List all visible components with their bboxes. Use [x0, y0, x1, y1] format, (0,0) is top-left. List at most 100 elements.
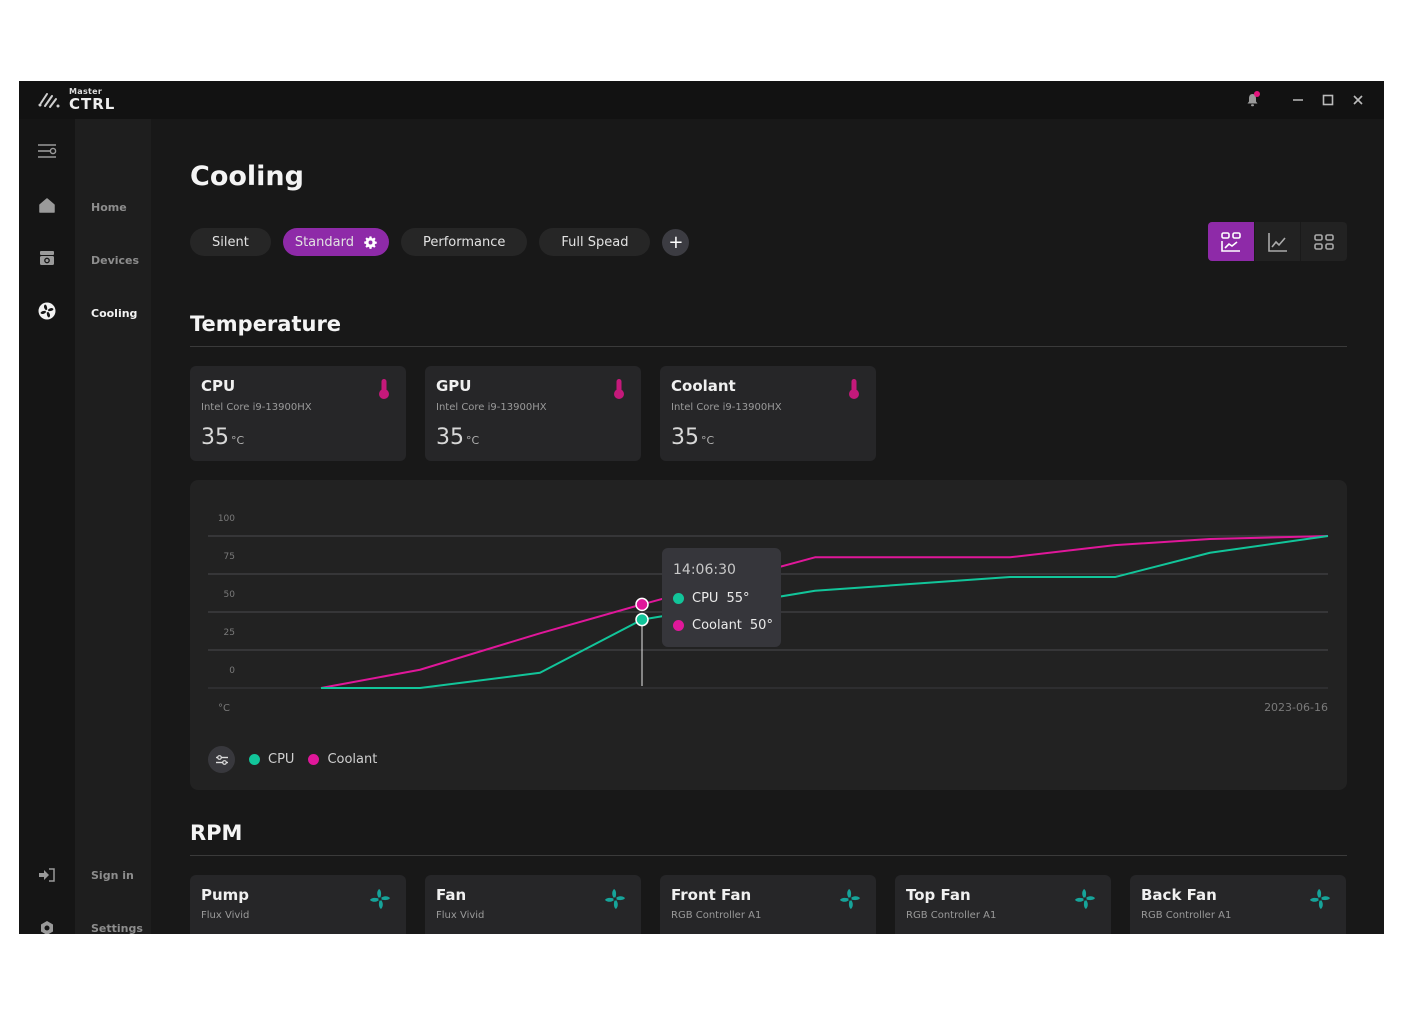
maximize-button[interactable]	[1320, 90, 1336, 110]
y-tick-label: 50	[224, 590, 236, 600]
chart-filter-button[interactable]	[208, 746, 235, 773]
dashboard-view-button[interactable]	[1208, 222, 1255, 261]
rail-devices-button[interactable]	[37, 248, 57, 268]
notifications-button[interactable]	[1244, 90, 1260, 110]
card-title: Top Fan	[906, 886, 971, 904]
app-logo: Master CTRL	[37, 88, 115, 112]
tooltip-time: 14:06:30	[673, 562, 736, 578]
card-title: Coolant	[671, 377, 736, 395]
fan-blade-icon	[605, 889, 625, 909]
tooltip-row-cpu: CPU 55°	[673, 591, 749, 606]
sidebar-item-home[interactable]: Home	[91, 201, 127, 214]
tooltip-series-value: 55°	[726, 591, 750, 606]
icon-rail	[19, 119, 75, 934]
profile-performance[interactable]: Performance	[400, 228, 528, 256]
close-icon	[1353, 95, 1363, 105]
sidebar-item-signin[interactable]: Sign in	[91, 869, 134, 882]
rpm-card[interactable]: Fan Flux Vivid	[425, 875, 641, 934]
temperature-unit: °C	[231, 434, 245, 447]
fan-blade-icon	[840, 889, 860, 909]
profile-silent[interactable]: Silent	[190, 228, 271, 256]
sidebar-item-settings[interactable]: Settings	[91, 922, 143, 934]
legend-item-cpu[interactable]: CPU	[249, 752, 294, 767]
card-subtitle: RGB Controller A1	[1141, 910, 1232, 921]
menu-toggle-button[interactable]	[37, 141, 57, 161]
rail-cooling-button[interactable]	[37, 301, 57, 321]
y-tick-label: 100	[218, 514, 235, 524]
card-value: 35 °C	[436, 425, 479, 450]
hover-point-coolant	[635, 597, 649, 612]
temperature-value: 35	[436, 425, 464, 450]
temperature-value: 35	[201, 425, 229, 450]
device-icon	[40, 251, 54, 265]
tooltip-row-coolant: Coolant 50°	[673, 618, 773, 633]
y-tick-label: 0	[229, 666, 235, 676]
page-title: Cooling	[190, 161, 304, 192]
rpm-card[interactable]: Pump Flux Vivid	[190, 875, 406, 934]
card-subtitle: Intel Core i9-13900HX	[671, 402, 782, 413]
card-subtitle: RGB Controller A1	[906, 910, 997, 921]
legend-label: CPU	[268, 752, 295, 767]
gear-icon[interactable]	[364, 235, 377, 249]
temperature-card-cpu[interactable]: CPU Intel Core i9-13900HX 35 °C	[190, 366, 406, 461]
cpu-legend-dot-icon	[249, 754, 260, 765]
coolant-legend-dot-icon	[308, 754, 320, 765]
minimize-icon	[1293, 99, 1303, 101]
card-subtitle: Intel Core i9-13900HX	[201, 402, 312, 413]
tooltip-series-name: CPU	[692, 591, 719, 606]
sliders-icon	[215, 754, 228, 765]
dashboard-view-icon	[1221, 231, 1241, 252]
rail-signin-button[interactable]	[37, 865, 57, 885]
grid-view-icon	[1314, 233, 1334, 250]
rail-settings-button[interactable]	[37, 918, 57, 934]
sidebar-item-cooling[interactable]: Cooling	[91, 307, 137, 320]
chart-legend: CPU Coolant	[208, 746, 377, 773]
logo-big-text: CTRL	[69, 95, 116, 113]
plus-icon: +	[668, 231, 684, 253]
card-title: Fan	[436, 886, 467, 904]
app-window: Master CTRL Home Devices Cooling Sign in…	[19, 81, 1384, 934]
temperature-card-coolant[interactable]: Coolant Intel Core i9-13900HX 35 °C	[660, 366, 876, 461]
profile-label: Standard	[294, 234, 354, 250]
rail-home-button[interactable]	[37, 195, 57, 215]
coolant-dot-icon	[673, 620, 684, 631]
thermometer-icon	[379, 379, 389, 399]
rpm-card[interactable]: Top Fan RGB Controller A1	[895, 875, 1111, 934]
add-profile-button[interactable]: +	[662, 228, 690, 256]
rpm-section-title: RPM	[190, 821, 243, 845]
sidebar-nav: Home Devices Cooling Sign in Settings	[75, 119, 151, 934]
fan-blade-icon	[370, 889, 390, 909]
card-title: Front Fan	[671, 886, 752, 904]
rpm-card[interactable]: Back Fan RGB Controller A1	[1130, 875, 1346, 934]
sign-in-icon	[39, 868, 55, 882]
tooltip-series-value: 50°	[749, 618, 773, 633]
x-axis-date-label: 2023-06-16	[1264, 701, 1328, 714]
temperature-value: 35	[671, 425, 699, 450]
minimize-button[interactable]	[1290, 90, 1306, 110]
rpm-card[interactable]: Front Fan RGB Controller A1	[660, 875, 876, 934]
card-value: 35 °C	[671, 425, 714, 450]
legend-label: Coolant	[327, 752, 378, 767]
temperature-unit: °C	[701, 434, 715, 447]
maximize-icon	[1322, 94, 1334, 106]
section-divider	[190, 346, 1347, 347]
profile-standard[interactable]: Standard	[282, 228, 389, 256]
fan-icon	[38, 302, 56, 320]
thermometer-icon	[614, 379, 624, 399]
fan-blade-icon	[1310, 889, 1330, 909]
temperature-card-gpu[interactable]: GPU Intel Core i9-13900HX 35 °C	[425, 366, 641, 461]
profile-full-spead[interactable]: Full Spead	[539, 228, 651, 256]
home-icon	[39, 197, 55, 213]
section-divider	[190, 855, 1347, 856]
sidebar-item-devices[interactable]: Devices	[91, 254, 139, 267]
temperature-section-title: Temperature	[190, 312, 342, 336]
card-subtitle: Intel Core i9-13900HX	[436, 402, 547, 413]
temperature-chart: 100 75 50 25 0 °C 2023-06-16 14:06:30 CPU 55° …	[190, 480, 1347, 790]
profile-tabs: Silent Standard Performance Full Spead +	[190, 228, 690, 256]
y-axis-unit-label: °C	[218, 703, 230, 714]
chart-view-button[interactable]	[1255, 222, 1302, 261]
legend-item-coolant[interactable]: Coolant	[308, 752, 377, 767]
grid-view-button[interactable]	[1301, 222, 1347, 261]
close-button[interactable]	[1350, 90, 1366, 110]
title-bar: Master CTRL	[19, 81, 1384, 119]
